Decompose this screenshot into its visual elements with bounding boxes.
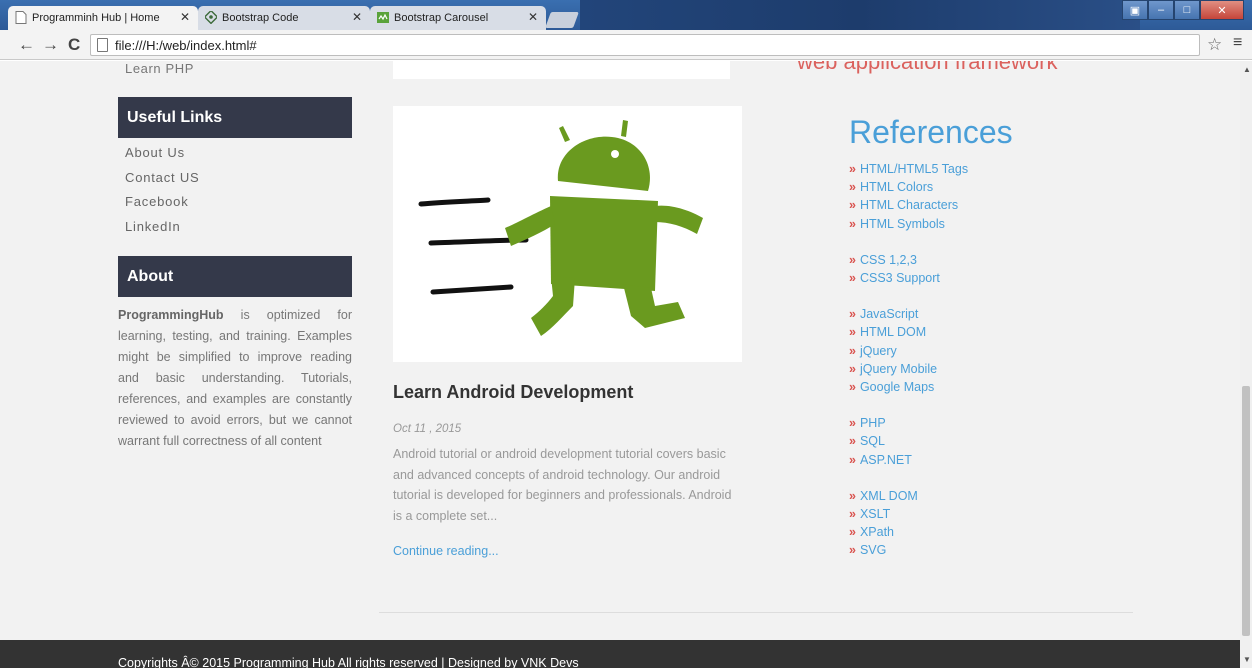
ref-link[interactable]: » HTML Characters <box>849 196 968 214</box>
bullet-icon: » <box>849 271 856 286</box>
maximize-icon[interactable]: □ <box>1174 0 1200 20</box>
scrollbar-thumb[interactable] <box>1242 386 1250 636</box>
sidebar-link-contact-us[interactable]: Contact US <box>125 170 199 195</box>
vertical-scrollbar[interactable]: ▲ ▼ <box>1240 61 1252 668</box>
ref-link[interactable]: » XML DOM <box>849 487 968 505</box>
window-controls: ▣ – □ ✕ <box>1122 0 1244 20</box>
ref-group-html: » HTML/HTML5 Tags » HTML Colors » HTML Char… <box>849 160 968 233</box>
sidebar-link-linkedin[interactable]: LinkedIn <box>125 219 199 244</box>
ref-link[interactable]: » Google Maps <box>849 378 968 396</box>
copyright-text: Copyrights Â© 2015 Programming Hub All r… <box>118 656 579 668</box>
tab-bar-background <box>580 0 1140 30</box>
tab-label: Bootstrap Carousel <box>394 12 489 24</box>
bullet-icon: » <box>849 488 856 503</box>
references-list: » HTML/HTML5 Tags » HTML Colors » HTML Char… <box>849 160 968 578</box>
about-brand: ProgrammingHub <box>118 308 224 322</box>
ref-link[interactable]: » SVG <box>849 541 968 559</box>
sidebar-link-facebook[interactable]: Facebook <box>125 194 199 219</box>
post-title[interactable]: Learn Android Development <box>393 382 633 403</box>
post-excerpt: Android tutorial or android development … <box>393 447 732 523</box>
bootstrap-icon <box>205 11 217 24</box>
about-body: is optimized for learning, testing, and … <box>118 308 352 448</box>
browser-tab-bar: Programminh Hub | Home ✕ Bootstrap Code … <box>0 0 1252 30</box>
sidebar-link-learn-php[interactable]: Learn PHP <box>125 61 194 76</box>
bullet-icon: » <box>849 525 856 540</box>
tab-programming-hub[interactable]: Programminh Hub | Home ✕ <box>8 6 198 30</box>
bullet-icon: » <box>849 416 856 431</box>
forward-arrow-icon[interactable]: → <box>42 35 59 55</box>
page-icon <box>97 38 108 52</box>
ref-link[interactable]: » JavaScript <box>849 305 968 323</box>
android-image[interactable] <box>393 106 742 362</box>
continue-reading-link[interactable]: Continue reading... <box>393 544 499 558</box>
useful-links-list: About Us Contact US Facebook LinkedIn <box>125 145 199 243</box>
post-date: Oct 11 , 2015 <box>393 423 462 435</box>
bullet-icon: » <box>849 180 856 195</box>
bullet-icon: » <box>849 452 856 467</box>
scroll-up-icon[interactable]: ▲ <box>1243 65 1251 74</box>
bullet-icon: » <box>849 343 856 358</box>
ref-link[interactable]: » SQL <box>849 432 968 450</box>
ref-link[interactable]: » jQuery Mobile <box>849 360 968 378</box>
ref-link[interactable]: » XPath <box>849 523 968 541</box>
scroll-down-icon[interactable]: ▼ <box>1243 655 1251 664</box>
ref-group-js: » JavaScript » HTML DOM » jQuery » jQuery Mo… <box>849 305 968 396</box>
url-text: file:///H:/web/index.html# <box>115 38 257 53</box>
tab-bootstrap-code[interactable]: Bootstrap Code ✕ <box>198 6 370 30</box>
back-arrow-icon[interactable]: ← <box>18 35 35 55</box>
carousel-icon <box>377 12 389 23</box>
window-close-icon[interactable]: ✕ <box>1200 0 1244 20</box>
bullet-icon: » <box>849 198 856 213</box>
bullet-icon: » <box>849 434 856 449</box>
about-heading: About <box>118 256 352 297</box>
ref-link[interactable]: » HTML DOM <box>849 323 968 341</box>
close-icon[interactable]: ✕ <box>528 10 538 24</box>
bullet-icon: » <box>849 216 856 231</box>
useful-links-heading: Useful Links <box>118 97 352 138</box>
ref-link[interactable]: » HTML Colors <box>849 178 968 196</box>
ref-link[interactable]: » CSS 1,2,3 <box>849 251 968 269</box>
bullet-icon: » <box>849 507 856 522</box>
page-icon <box>15 11 27 24</box>
tab-bootstrap-carousel[interactable]: Bootstrap Carousel ✕ <box>370 6 546 30</box>
reload-icon[interactable]: C <box>68 35 80 55</box>
restore-icon[interactable]: ▣ <box>1122 0 1148 20</box>
address-bar: ← → C file:///H:/web/index.html# ☆ ≡ <box>0 30 1252 60</box>
references-title: References <box>849 114 1013 150</box>
ref-link[interactable]: » HTML Symbols <box>849 215 968 233</box>
about-text: ProgrammingHub is optimized for learning… <box>118 305 352 452</box>
previous-post-card <box>393 61 730 79</box>
bullet-icon: » <box>849 380 856 395</box>
menu-icon[interactable]: ≡ <box>1233 34 1242 52</box>
android-logo-icon <box>418 120 703 336</box>
page-viewport: Learn PHP Useful Links About Us Contact … <box>0 61 1240 668</box>
new-tab-button[interactable] <box>545 12 579 28</box>
ref-link[interactable]: » XSLT <box>849 505 968 523</box>
bookmark-star-icon[interactable]: ☆ <box>1207 35 1222 55</box>
bullet-icon: » <box>849 307 856 322</box>
ref-group-xml: » XML DOM » XSLT » XPath » SVG <box>849 487 968 560</box>
url-input[interactable]: file:///H:/web/index.html# <box>90 34 1200 56</box>
ref-link[interactable]: » HTML/HTML5 Tags <box>849 160 968 178</box>
footer-divider <box>379 612 1133 613</box>
banner-text: web application framework <box>797 61 1058 74</box>
bullet-icon: » <box>849 162 856 176</box>
tab-label: Programminh Hub | Home <box>32 12 160 24</box>
sidebar-link-about-us[interactable]: About Us <box>125 145 199 170</box>
bullet-icon: » <box>849 252 856 267</box>
ref-group-css: » CSS 1,2,3 » CSS3 Support <box>849 251 968 287</box>
bullet-icon: » <box>849 325 856 340</box>
close-icon[interactable]: ✕ <box>180 10 190 24</box>
bullet-icon: » <box>849 543 856 558</box>
ref-link[interactable]: » jQuery <box>849 342 968 360</box>
tab-label: Bootstrap Code <box>222 12 299 24</box>
ref-link[interactable]: » ASP.NET <box>849 451 968 469</box>
ref-link[interactable]: » CSS3 Support <box>849 269 968 287</box>
ref-link[interactable]: » PHP <box>849 414 968 432</box>
bullet-icon: » <box>849 361 856 376</box>
ref-group-server: » PHP » SQL » ASP.NET <box>849 414 968 469</box>
minimize-icon[interactable]: – <box>1148 0 1174 20</box>
site-footer: Copyrights Â© 2015 Programming Hub All r… <box>0 640 1240 668</box>
close-icon[interactable]: ✕ <box>352 10 362 24</box>
